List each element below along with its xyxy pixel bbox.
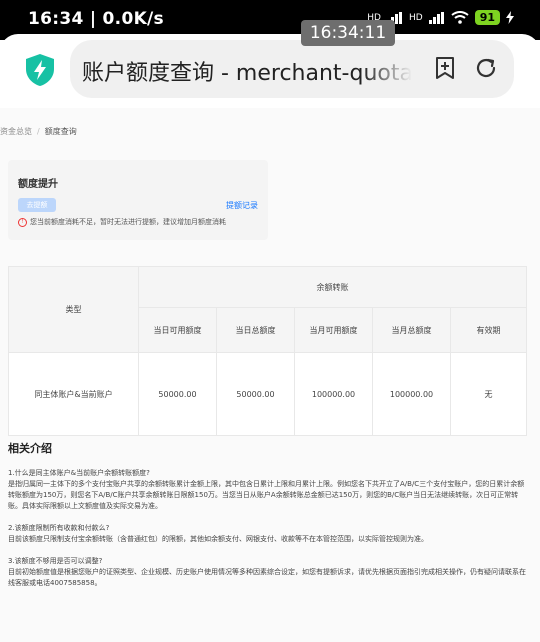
increase-quota-button[interactable]: 去提额 bbox=[18, 198, 56, 212]
column-group-balance-transfer: 余额转账 bbox=[138, 266, 527, 308]
table-cell: 100000.00 bbox=[372, 352, 451, 436]
faq-item: 1.什么是同主体账户&当前账户余额转账额度? 是指归属同一主体下的多个支付宝账户… bbox=[8, 468, 526, 512]
breadcrumb-separator: / bbox=[37, 127, 40, 136]
table-row: 同主体账户&当前账户 50000.00 50000.00 100000.00 1… bbox=[8, 352, 527, 436]
section-title: 相关介绍 bbox=[8, 442, 52, 455]
warning-icon: ! bbox=[18, 217, 27, 227]
table-cell: 50000.00 bbox=[138, 352, 217, 436]
wifi-icon bbox=[451, 11, 469, 24]
browser-header: 账户额度查询 - merchant-quota bbox=[0, 34, 540, 104]
faq-question: 1.什么是同主体账户&当前账户余额转账额度? bbox=[8, 469, 150, 477]
screenshot-time-overlay: 16:34:11 bbox=[301, 20, 395, 46]
faq-question: 2.该额度限制所有收款和付款么? bbox=[8, 524, 110, 532]
table-cell-type: 同主体账户&当前账户 bbox=[8, 352, 139, 436]
breadcrumb-parent[interactable]: 资金总览 bbox=[0, 127, 32, 136]
security-shield-icon bbox=[26, 54, 54, 86]
signal-icon-2 bbox=[428, 11, 444, 24]
faq-answer: 目前该额度只限制支付宝余额转账（含普通红包）的限额，其他如余额支付、网银支付、收… bbox=[8, 535, 428, 543]
page-content: 资金总览 / 额度查询 额度提升 去提额 提额记录 ! 您当前额度消耗不足，暂时无法… bbox=[0, 108, 540, 642]
quota-record-link[interactable]: 提额记录 bbox=[226, 200, 258, 211]
column-header: 有效期 bbox=[450, 307, 527, 353]
faq-item: 2.该额度限制所有收款和付款么? 目前该额度只限制支付宝余额转账（含普通红包）的… bbox=[8, 523, 526, 545]
column-header: 当月总额度 bbox=[372, 307, 451, 353]
warning-text: 您当前额度消耗不足，暂时无法进行提额，建议增加月额度消耗 bbox=[30, 218, 226, 226]
quota-table: 类型 余额转账 当日可用额度 当日总额度 当月可用额度 当月总额度 有效期 同主… bbox=[8, 266, 527, 436]
column-header: 当月可用额度 bbox=[294, 307, 373, 353]
column-header: 当日可用额度 bbox=[138, 307, 217, 353]
faq-answer: 目前初始额度值是根据您账户的证照类型、企业规模、历史账户使用情况等多种因素综合设… bbox=[8, 568, 526, 587]
column-header-type: 类型 bbox=[8, 266, 139, 353]
add-bookmark-icon[interactable] bbox=[434, 56, 456, 80]
faq-item: 3.该额度不够用是否可以调整? 目前初始额度值是根据您账户的证照类型、企业规模、… bbox=[8, 556, 526, 589]
column-header: 当日总额度 bbox=[216, 307, 295, 353]
table-cell: 100000.00 bbox=[294, 352, 373, 436]
breadcrumb-current: 额度查询 bbox=[44, 127, 77, 136]
faq-answer: 是指归属同一主体下的多个支付宝账户共享的余额转账累计金额上限，其中包含日累计上限… bbox=[8, 480, 525, 510]
reload-icon[interactable] bbox=[474, 56, 498, 80]
quota-increase-card: 额度提升 去提额 提额记录 ! 您当前额度消耗不足，暂时无法进行提额，建议增加月… bbox=[8, 160, 268, 240]
card-title: 额度提升 bbox=[18, 179, 58, 190]
table-cell: 50000.00 bbox=[216, 352, 295, 436]
battery-level: 91 bbox=[474, 10, 500, 25]
breadcrumb: 资金总览 / 额度查询 bbox=[0, 126, 77, 137]
faq-question: 3.该额度不够用是否可以调整? bbox=[8, 557, 103, 565]
address-bar[interactable]: 账户额度查询 - merchant-quota bbox=[70, 40, 514, 98]
page-title-url[interactable]: 账户额度查询 - merchant-quota bbox=[82, 55, 412, 87]
table-cell: 无 bbox=[450, 352, 527, 436]
quota-warning: ! 您当前额度消耗不足，暂时无法进行提额，建议增加月额度消耗 bbox=[18, 217, 226, 227]
charging-icon bbox=[506, 11, 514, 24]
status-time: 16:34 | 0.0K/s bbox=[28, 9, 164, 29]
network-hd-label-2: HD bbox=[408, 12, 423, 23]
related-intro-section: 相关介绍 1.什么是同主体账户&当前账户余额转账额度? 是指归属同一主体下的多个… bbox=[8, 440, 526, 600]
